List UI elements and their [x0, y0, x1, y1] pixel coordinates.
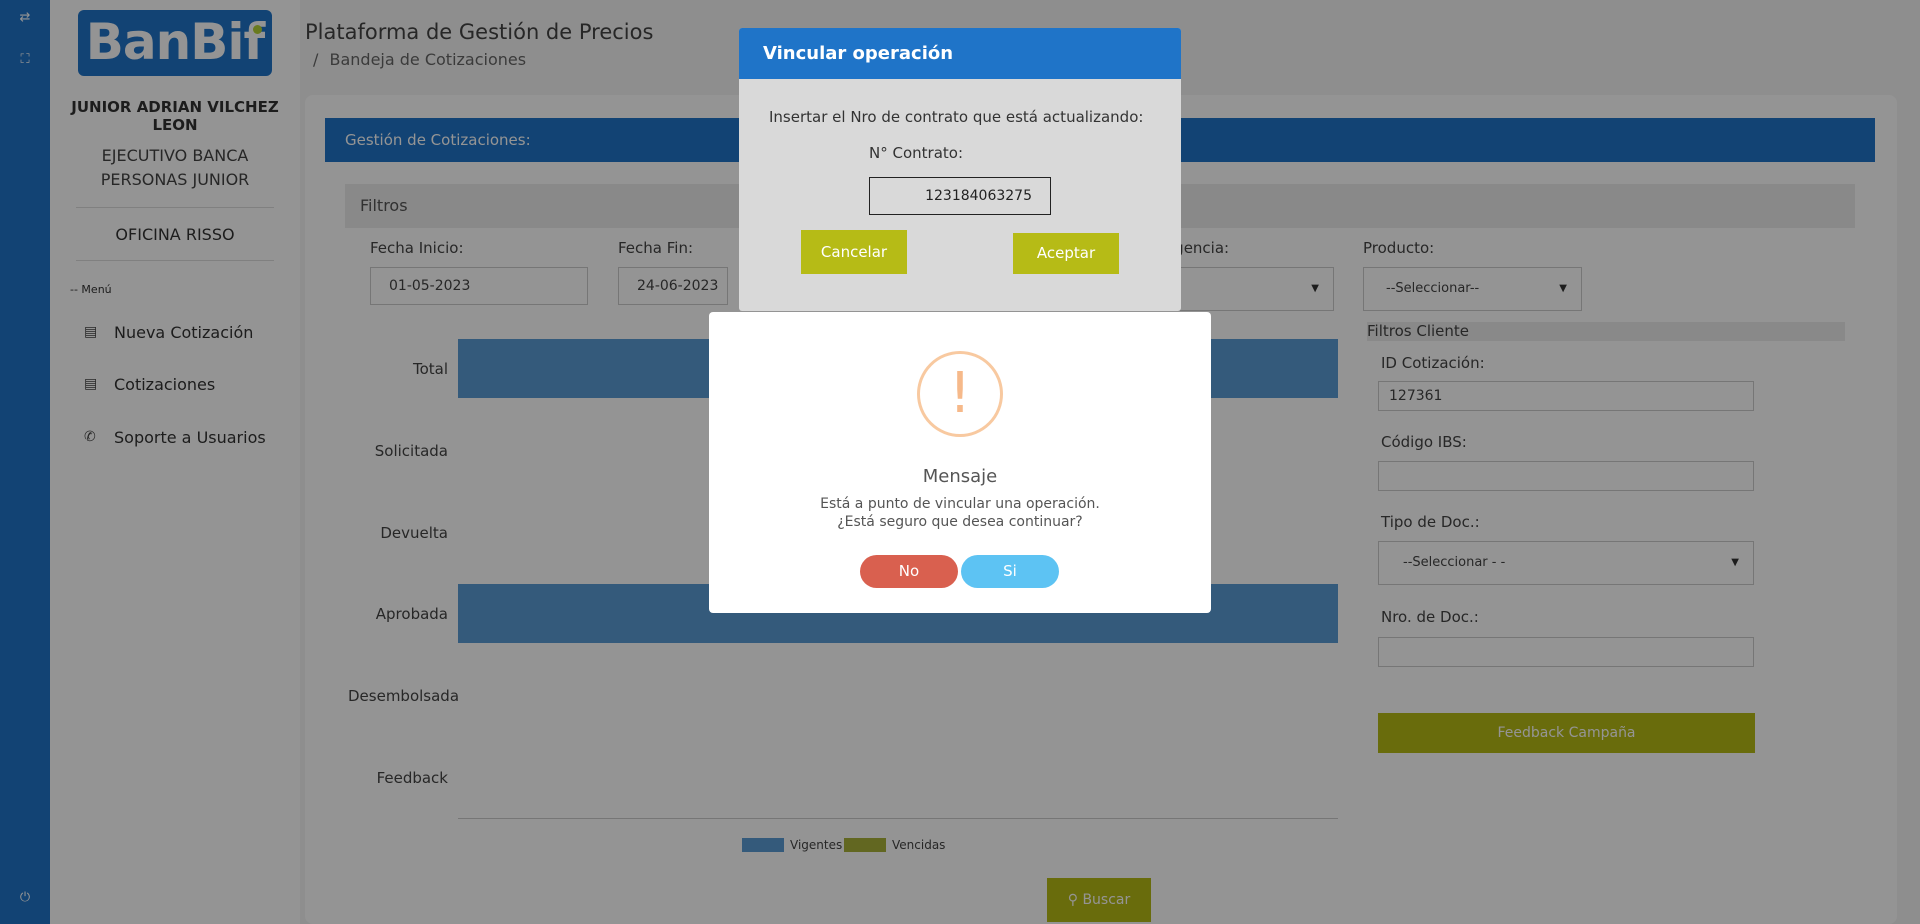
no-button[interactable]: No [860, 555, 958, 588]
message-line: Está a punto de vincular una operación. [820, 496, 1100, 512]
cancelar-button[interactable]: Cancelar [801, 230, 907, 274]
yes-button[interactable]: Si [961, 555, 1059, 588]
aceptar-button[interactable]: Aceptar [1013, 233, 1119, 274]
message-line: ¿Está seguro que desea continuar? [837, 514, 1083, 530]
contrato-input[interactable]: 123184063275 [869, 177, 1051, 215]
modal-message: Está a punto de vincular una operación. … [709, 495, 1211, 531]
modal-title: Vincular operación [739, 28, 1181, 79]
warning-icon: ! [917, 351, 1003, 437]
modal-instruction: Insertar el Nro de contrato que está act… [769, 108, 1144, 126]
confirm-message-modal: ! Mensaje Está a punto de vincular una o… [709, 312, 1211, 613]
modal-title: Mensaje [922, 466, 998, 487]
contrato-label: N° Contrato: [869, 144, 963, 162]
vincular-operacion-modal: Vincular operación Insertar el Nro de co… [739, 28, 1181, 311]
